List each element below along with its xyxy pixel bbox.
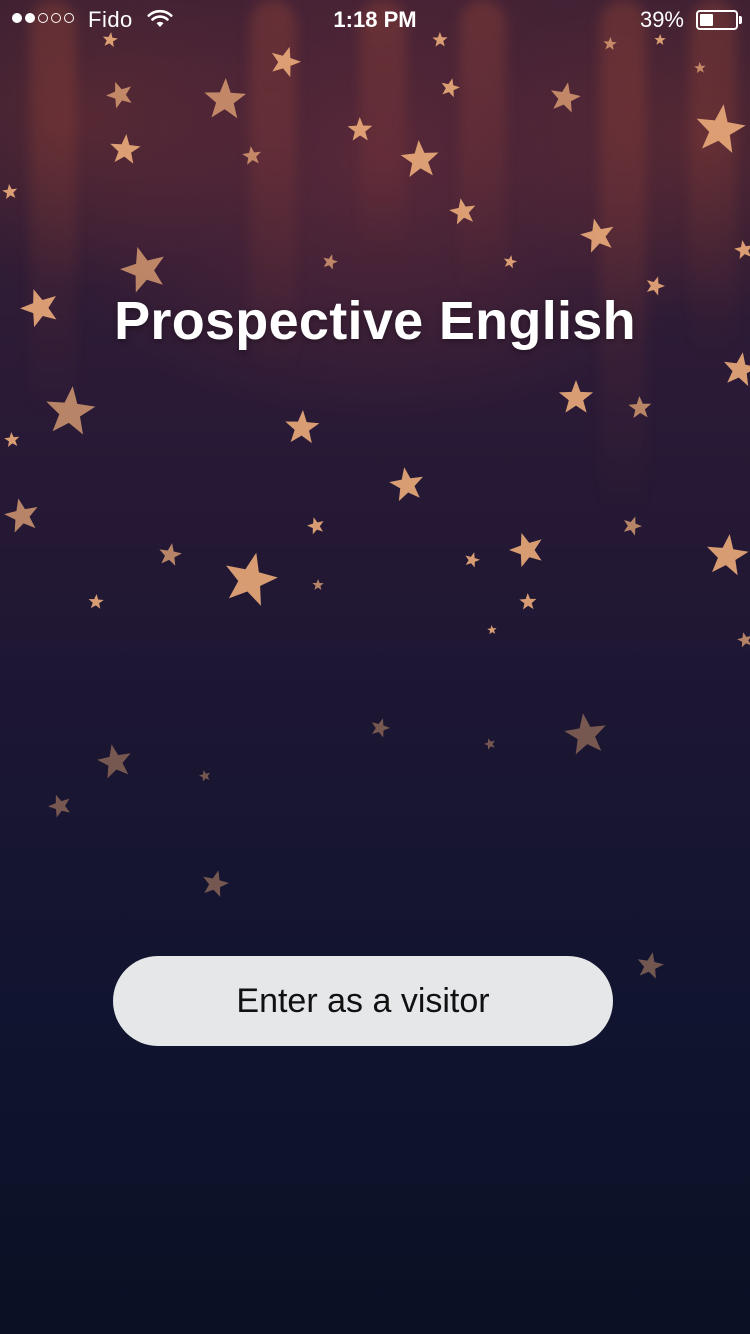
star-decoration bbox=[347, 117, 373, 141]
star-decoration bbox=[120, 246, 164, 293]
star-decoration bbox=[371, 718, 390, 738]
star-decoration bbox=[199, 770, 211, 782]
star-decoration bbox=[106, 81, 132, 109]
star-decoration bbox=[558, 380, 594, 413]
star-decoration bbox=[723, 352, 750, 387]
star-decoration bbox=[226, 552, 278, 606]
star-decoration bbox=[509, 532, 542, 568]
status-time: 1:18 PM bbox=[333, 7, 417, 32]
star-decoration bbox=[110, 134, 141, 164]
enter-as-visitor-button[interactable]: Enter as a visitor bbox=[113, 956, 613, 1046]
star-decoration bbox=[400, 140, 439, 177]
star-decoration bbox=[312, 579, 324, 590]
star-decoration bbox=[48, 794, 70, 818]
star-decoration bbox=[204, 78, 247, 119]
star-decoration bbox=[551, 82, 581, 113]
star-decoration bbox=[203, 870, 229, 897]
star-decoration bbox=[389, 467, 424, 502]
star-decoration bbox=[483, 738, 495, 750]
star-decoration bbox=[88, 594, 104, 609]
star-decoration bbox=[487, 625, 497, 635]
star-decoration bbox=[694, 62, 706, 74]
star-decoration bbox=[503, 255, 518, 269]
star-decoration bbox=[580, 218, 614, 253]
star-decoration bbox=[737, 632, 750, 648]
star-decoration bbox=[159, 543, 182, 566]
star-decoration bbox=[449, 198, 476, 225]
status-bar: Fido 1:18 PM 39% bbox=[0, 0, 750, 40]
background-image: Fido 1:18 PM 39% Prospective English Ent… bbox=[0, 0, 750, 1334]
star-decoration bbox=[564, 713, 606, 755]
star-decoration bbox=[707, 534, 749, 576]
battery-level-fill bbox=[700, 14, 713, 26]
star-decoration bbox=[628, 396, 652, 419]
star-decoration bbox=[4, 498, 38, 533]
star-decoration bbox=[623, 516, 642, 536]
star-decoration bbox=[323, 254, 338, 270]
battery-tip bbox=[739, 16, 742, 24]
star-decoration bbox=[441, 78, 460, 98]
star-decoration bbox=[519, 593, 537, 610]
star-decoration bbox=[4, 432, 20, 447]
star-decoration-layer bbox=[2, 32, 750, 979]
star-decoration bbox=[285, 410, 320, 444]
star-decoration bbox=[696, 104, 746, 153]
star-decoration bbox=[271, 46, 301, 78]
battery-icon bbox=[696, 10, 738, 30]
battery-percentage: 39% bbox=[639, 7, 684, 32]
star-decoration bbox=[97, 744, 131, 779]
star-decoration bbox=[46, 386, 96, 435]
star-decoration bbox=[2, 184, 18, 200]
app-title: Prospective English bbox=[114, 291, 636, 351]
star-decoration bbox=[242, 146, 262, 165]
star-decoration bbox=[306, 517, 324, 535]
star-decoration bbox=[465, 552, 480, 568]
star-decoration bbox=[637, 952, 664, 979]
star-decoration bbox=[734, 240, 750, 260]
